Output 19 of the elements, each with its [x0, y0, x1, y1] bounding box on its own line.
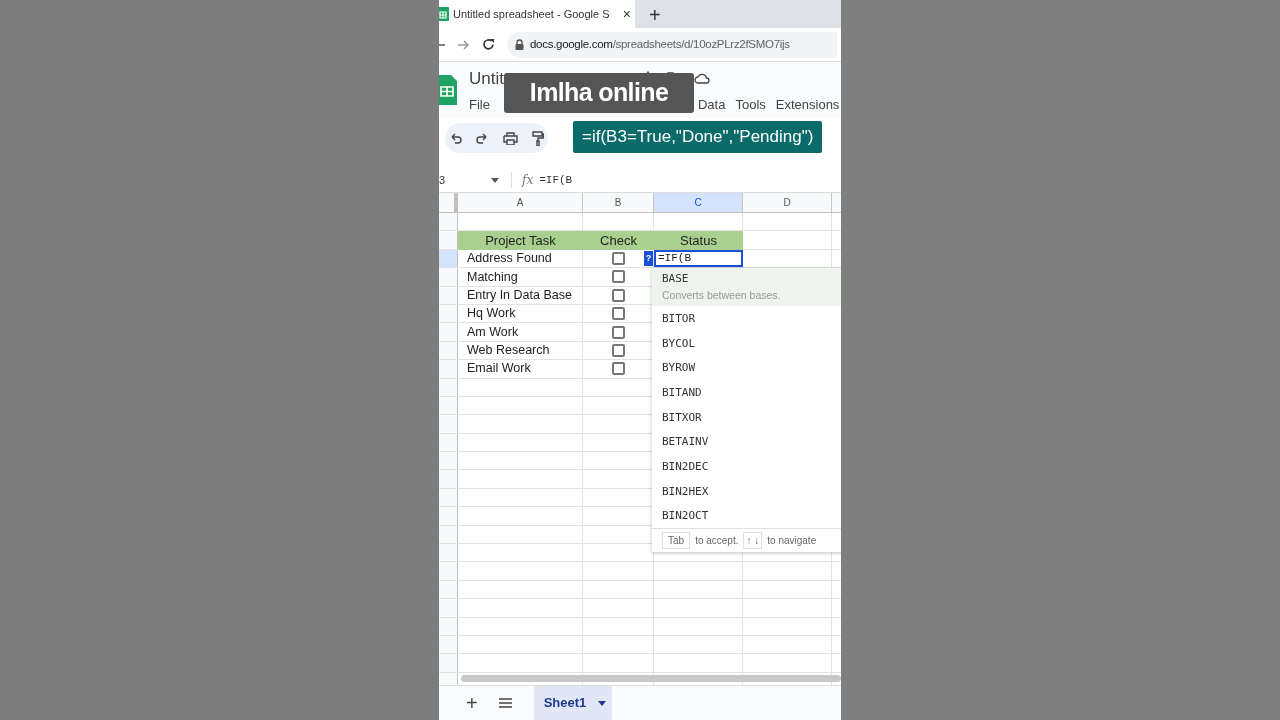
table-cell: Address Found: [458, 249, 583, 268]
caption-overlay: Imlha online: [504, 73, 694, 113]
header-cell: Status: [654, 231, 743, 251]
table-cell: Am Work: [458, 323, 583, 341]
key-hint: ↑ ↓: [743, 532, 763, 550]
table-cell: Email Work: [458, 360, 583, 378]
hint-text: to accept.: [695, 534, 739, 549]
table-cell: Matching: [458, 268, 583, 286]
fx-label: fx: [522, 172, 534, 189]
tab-title: Untitled spreadsheet - Google S: [453, 6, 611, 22]
table-cell: Entry In Data Base: [458, 286, 583, 304]
url-text: docs.google.com/spreadsheets/d/10ozPLrz2fSMO7ijs: [530, 36, 790, 52]
table-cell: Web Research: [458, 341, 583, 360]
header-cell: Check: [583, 231, 654, 251]
hint-text: to navigate: [767, 534, 817, 549]
key-hint: Tab: [662, 532, 691, 550]
table-cell: Hq Work: [458, 304, 583, 323]
formula-banner: =if(B3=True,"Done","Pending"): [573, 121, 823, 153]
header-cell: Project Task: [458, 231, 583, 251]
